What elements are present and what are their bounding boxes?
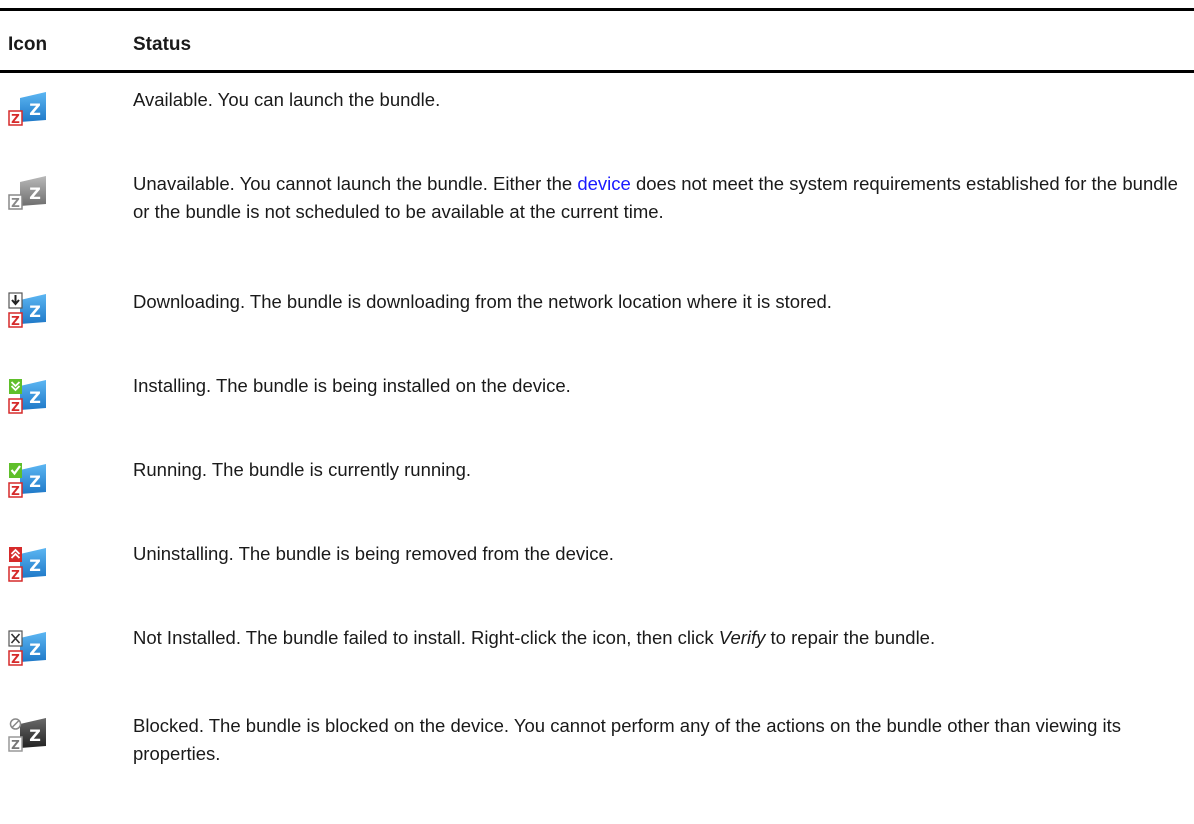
svg-text:Z: Z [29,640,41,659]
status-uninstalling: Uninstalling. The bundle is being remove… [133,543,614,564]
svg-text:Z: Z [29,726,41,745]
status-downloading: Downloading. The bundle is downloading f… [133,291,832,312]
status-unavailable: Unavailable. You cannot launch the bundl… [133,170,1183,226]
installing-icon: Z Z [8,379,46,414]
status-available: Available. You can launch the bundle. [133,89,441,110]
svg-text:Z: Z [29,184,41,203]
uninstalling-icon: Z Z [8,547,46,582]
header-icon: Icon [8,34,48,55]
status-unavailable-before: Unavailable. You cannot launch the bundl… [133,173,578,194]
not-installed-icon: Z Z [8,630,46,666]
status-not-installed-after: to repair the bundle. [765,627,936,648]
svg-text:Z: Z [11,196,20,210]
svg-text:Z: Z [11,652,20,666]
status-installing: Installing. The bundle is being installe… [133,375,571,396]
top-rule [0,8,1194,11]
svg-text:Z: Z [29,472,41,491]
unavailable-icon: Z Z [8,176,46,210]
header-status: Status [133,34,192,55]
svg-text:Z: Z [29,302,41,321]
verify-term: Verify [718,627,766,648]
blocked-icon: Z Z [8,718,46,752]
svg-text:Z: Z [29,100,41,119]
running-icon: Z Z [8,463,46,498]
svg-text:Z: Z [29,388,41,407]
svg-text:Z: Z [29,556,41,575]
svg-text:Z: Z [11,314,20,328]
svg-text:Z: Z [11,484,20,498]
downloading-icon: Z Z [8,292,46,328]
svg-text:Z: Z [11,400,20,414]
device-link[interactable]: device [577,173,630,194]
svg-text:Z: Z [11,112,20,126]
header-rule [0,70,1194,73]
available-icon: Z Z [8,92,46,126]
svg-text:Z: Z [11,738,20,752]
status-not-installed: Not Installed. The bundle failed to inst… [133,624,1183,652]
status-blocked: Blocked. The bundle is blocked on the de… [133,715,1122,764]
svg-text:Z: Z [11,568,20,582]
status-not-installed-before: Not Installed. The bundle failed to inst… [133,627,719,648]
status-running: Running. The bundle is currently running… [133,459,472,480]
